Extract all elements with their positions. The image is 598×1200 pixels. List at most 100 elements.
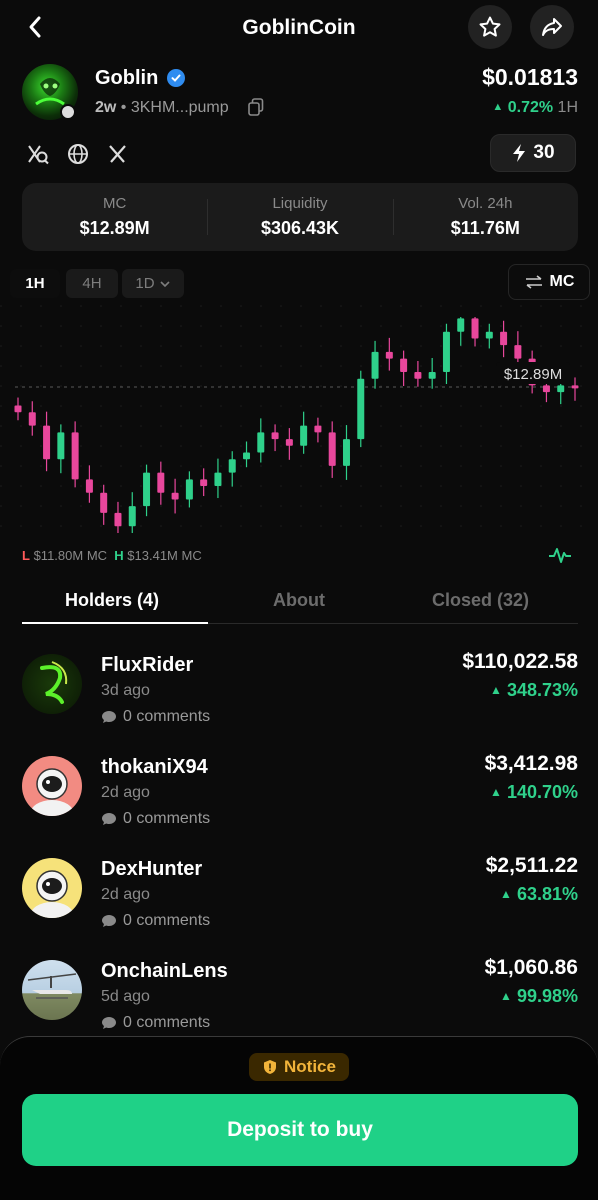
candle-body [328, 432, 336, 466]
holder-comments[interactable]: 0 comments [101, 708, 210, 726]
stat-value: $306.43K [260, 218, 340, 238]
holder-age: 2d ago [101, 784, 150, 801]
caret-up-icon: ▲ [492, 101, 504, 113]
bolt-icon [513, 144, 526, 162]
holder-pnl: ▲ 140.70% [490, 782, 578, 803]
holder-pnl-value: 348.73% [506, 680, 578, 700]
holder-value: $1,060.86 [484, 956, 578, 979]
candle-body [385, 351, 393, 359]
holder-pnl-value: 63.81% [516, 884, 578, 904]
candle-body [514, 345, 522, 359]
holder-name: FluxRider [101, 654, 194, 676]
globe-icon[interactable] [66, 142, 90, 166]
star-icon [479, 16, 501, 37]
caret-up-icon: ▲ [490, 683, 502, 697]
favorite-button[interactable] [468, 5, 512, 49]
holder-row[interactable]: FluxRider 3d ago 0 comments $110,022.58 … [22, 648, 578, 744]
swap-icon [525, 275, 542, 289]
copy-address-icon[interactable] [248, 98, 264, 121]
avatar [22, 960, 82, 1020]
price-change-value: 0.72% [507, 99, 554, 116]
holder-value: $2,511.22 [485, 854, 578, 877]
holder-row[interactable]: DexHunter 2d ago 0 comments $2,511.22 ▲ … [22, 852, 578, 948]
token-header: Goblin 2w • 3KHM...pump $0.01813 ▲ 0.72%… [22, 64, 578, 122]
chart-grid [0, 305, 598, 545]
comments-count: 0 comments [123, 708, 211, 725]
timeframe-1d[interactable]: 1D [122, 269, 184, 298]
price-chart[interactable]: $12.89M [0, 305, 598, 570]
price-change: ▲ 0.72% 1H [492, 99, 578, 117]
candle-body [257, 432, 265, 453]
candle-body [285, 439, 293, 446]
holder-pnl-value: 140.70% [506, 782, 578, 802]
comment-icon [102, 813, 116, 825]
caret-up-icon: ▲ [490, 785, 502, 799]
verified-icon [167, 69, 185, 87]
caret-up-icon: ▲ [500, 887, 512, 901]
stat-value: $11.76M [450, 218, 520, 238]
candle-body [557, 385, 565, 393]
candle-body [228, 459, 236, 473]
candle-body [28, 412, 36, 426]
timeframe-1d-label: 1D [135, 275, 155, 292]
comment-icon [102, 915, 116, 927]
share-button[interactable] [530, 5, 574, 49]
candle-body [185, 479, 193, 500]
holder-age: 5d ago [101, 988, 150, 1005]
high-prefix: H [114, 548, 124, 563]
candle-body [414, 372, 422, 379]
holder-pnl: ▲ 348.73% [490, 680, 578, 701]
mc-toggle-button[interactable]: MC [508, 264, 590, 300]
tab-about[interactable]: About [273, 590, 325, 611]
candle-body [171, 492, 179, 500]
boost-button[interactable]: 30 [490, 134, 576, 172]
x-twitter-icon[interactable] [106, 142, 130, 166]
stat-label: Liquidity [272, 195, 328, 212]
pulse-icon[interactable] [548, 545, 572, 570]
stat-liquidity: Liquidity $306.43K [207, 183, 392, 251]
notice-badge[interactable]: Notice [249, 1053, 349, 1081]
candle-body [85, 479, 93, 493]
timeframe-4h[interactable]: 4H [66, 269, 118, 298]
comment-icon [102, 1017, 116, 1029]
token-price: $0.01813 [482, 64, 578, 90]
candle-body [342, 439, 350, 466]
holder-name: DexHunter [101, 858, 203, 880]
holder-comments[interactable]: 0 comments [101, 1014, 210, 1032]
candle-body [428, 372, 436, 379]
holder-pnl: ▲ 99.98% [500, 986, 578, 1007]
search-x-icon[interactable] [26, 142, 50, 166]
holder-comments[interactable]: 0 comments [101, 912, 210, 930]
candle-body [400, 358, 408, 373]
holder-comments[interactable]: 0 comments [101, 810, 210, 828]
candle-body [500, 331, 508, 346]
candlestick-chart: $12.89M [0, 305, 598, 545]
bottom-sheet: Notice Deposit to buy [0, 1036, 598, 1200]
stat-label: Vol. 24h [458, 195, 513, 212]
holder-name: OnchainLens [101, 960, 228, 982]
comment-icon [102, 711, 116, 723]
tab-closed[interactable]: Closed (32) [432, 590, 529, 611]
holder-name: thokaniX94 [101, 756, 208, 778]
holder-age: 2d ago [101, 886, 150, 903]
caret-up-icon: ▲ [500, 989, 512, 1003]
candle-body [128, 506, 136, 527]
tab-holders[interactable]: Holders (4) [65, 590, 159, 611]
low-prefix: L [22, 548, 30, 563]
candle-body [114, 512, 122, 527]
candle-body [371, 351, 379, 379]
deposit-button[interactable]: Deposit to buy [22, 1094, 578, 1166]
stat-volume: Vol. 24h $11.76M [392, 183, 578, 251]
candle-body [71, 432, 79, 480]
candle-body [143, 472, 151, 507]
boost-count: 30 [533, 142, 555, 163]
price-change-timeframe: 1H [557, 99, 578, 116]
stat-value: $12.89M [79, 218, 150, 238]
candle-body [300, 425, 308, 446]
chart-range: L $11.80M MC H $13.41M MC [22, 548, 202, 563]
timeframe-1h[interactable]: 1H [10, 269, 60, 298]
holder-row[interactable]: thokaniX94 2d ago 0 comments $3,412.98 ▲… [22, 750, 578, 846]
candle-body [14, 405, 22, 413]
candle-body [571, 385, 579, 389]
token-address: 3KHM...pump [130, 99, 229, 116]
